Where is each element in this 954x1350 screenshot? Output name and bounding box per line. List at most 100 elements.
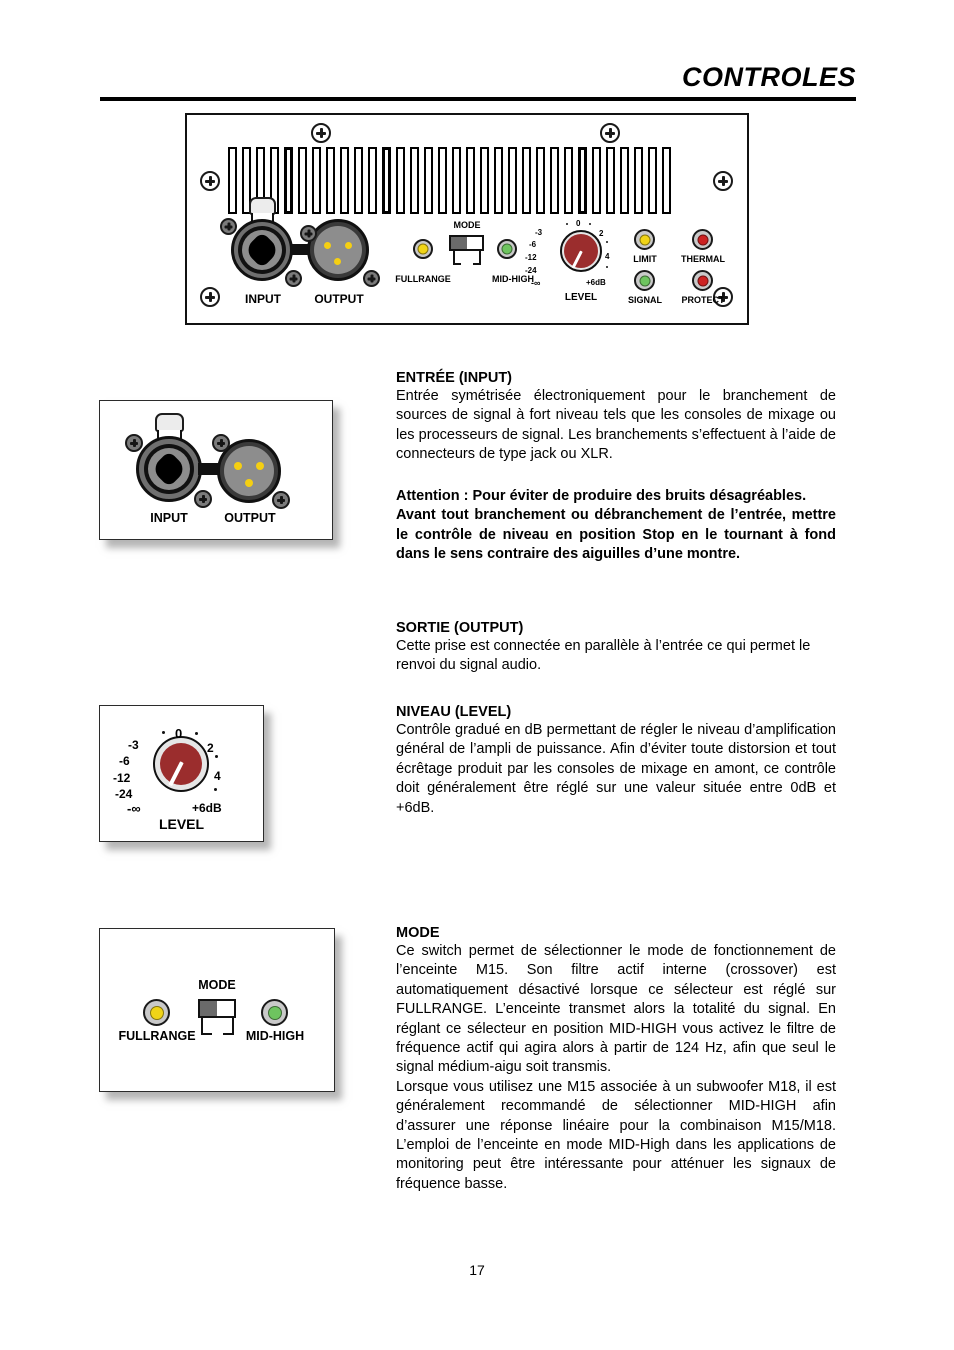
thermal-label: THERMAL [681, 254, 725, 264]
section-output: SORTIE (OUTPUT) Cette prise est connecté… [396, 620, 836, 676]
fullrange-label: FULLRANGE [118, 1029, 196, 1043]
level-tick: -6 [529, 240, 537, 249]
level-tick: -∞ [127, 801, 141, 816]
heatsink-fin [648, 147, 657, 214]
heatsink-fin [452, 147, 461, 214]
panel-screw [713, 171, 733, 191]
led-lens [417, 243, 429, 255]
mode-switch-right[interactable] [217, 1001, 234, 1016]
heatsink-fin [536, 147, 545, 214]
level-tick: 2 [599, 229, 604, 238]
led-lens [267, 1005, 282, 1020]
heatsink-fin [382, 147, 391, 214]
heatsink-fin [396, 147, 405, 214]
heatsink-fin [466, 147, 475, 214]
connector-screw [220, 218, 237, 235]
xlr-pin [324, 242, 331, 249]
figure-level-knob: -3 -6 -12 -24 -∞ 0 2 4 +6dB LEVEL [99, 705, 264, 842]
heatsink-fin [508, 147, 517, 214]
section-body-mode-1: Ce switch permet de sélectionner le mode… [396, 943, 836, 1076]
level-tick: -24 [525, 266, 537, 275]
connector-screw [212, 434, 230, 452]
panel-screw [600, 123, 620, 143]
warning-line-1: Attention : Pour éviter de produire des … [396, 488, 807, 504]
heatsink-fin [620, 147, 629, 214]
led-lens [697, 275, 708, 286]
level-knob[interactable] [153, 736, 209, 792]
section-body-mode-2: Lorsque vous utilisez une M15 associée à… [396, 1078, 836, 1192]
heatsink-fin [550, 147, 559, 214]
panel-screw [311, 123, 331, 143]
led-lens [639, 275, 650, 286]
midhigh-led [261, 999, 288, 1026]
heatsink-fin [424, 147, 433, 214]
level-tick-dot [162, 731, 165, 734]
level-tick-dot [215, 755, 218, 758]
limit-label: LIMIT [633, 254, 657, 264]
level-caption: LEVEL [158, 816, 205, 832]
input-connector [136, 413, 202, 502]
section-mode: MODE Ce switch permet de sélectionner le… [396, 925, 836, 1194]
xlr-pin [245, 479, 253, 487]
panel-screw [200, 287, 220, 307]
protect-led [692, 270, 713, 291]
level-tick: 2 [207, 741, 214, 755]
level-tick: 0 [576, 219, 581, 228]
section-level: NIVEAU (LEVEL) Contrôle gradué en dB per… [396, 704, 836, 818]
heatsink-fin [326, 147, 335, 214]
protect-label: PROTECT [681, 295, 725, 305]
signal-led [634, 270, 655, 291]
limit-led [634, 229, 655, 250]
midhigh-led [497, 239, 517, 259]
xlr-pin [334, 258, 341, 265]
mode-switch[interactable] [198, 999, 236, 1018]
mode-switch-left[interactable] [451, 237, 467, 249]
heatsink-fins [228, 147, 712, 214]
heatsink-fin [410, 147, 419, 214]
heatsink-fin [228, 147, 237, 214]
led-lens [697, 234, 708, 245]
connector-screw [125, 434, 143, 452]
level-tick: -∞ [531, 278, 541, 288]
heatsink-fin [284, 147, 293, 214]
section-heading-output: SORTIE (OUTPUT) [396, 620, 524, 636]
level-tick: 4 [214, 769, 221, 783]
level-tick: 4 [605, 252, 610, 261]
warning-line-2: Avant tout branchement ou débranchement … [396, 507, 836, 563]
mode-caption: MODE [198, 978, 236, 992]
heatsink-fin [368, 147, 377, 214]
midhigh-label: MID-HIGH [245, 1029, 305, 1043]
level-tick: +6dB [192, 801, 222, 815]
heatsink-fin [522, 147, 531, 214]
output-connector [307, 219, 369, 281]
heatsink-fin [662, 147, 671, 214]
mode-switch-right[interactable] [467, 237, 483, 249]
fullrange-label: FULLRANGE [395, 274, 451, 284]
mode-switch[interactable] [449, 235, 484, 251]
page-title: CONTROLES [681, 62, 856, 92]
level-tick-dot [606, 266, 608, 268]
connector-screw [300, 225, 317, 242]
section-body-output: Cette prise est connectée en parallèle à… [396, 638, 811, 674]
level-tick-dot [589, 223, 591, 225]
level-tick: -3 [128, 738, 139, 752]
heatsink-fin [298, 147, 307, 214]
connector-screw [194, 490, 212, 508]
section-body-input: Entrée symétrisée électroniquement pour … [396, 388, 836, 463]
input-label: INPUT [150, 511, 188, 525]
warning-block: Attention : Pour éviter de produire des … [396, 487, 836, 565]
level-tick: -6 [119, 754, 130, 768]
level-tick-dot [214, 788, 217, 791]
connector-screw [285, 270, 302, 287]
thermal-led [692, 229, 713, 250]
fullrange-led [143, 999, 170, 1026]
section-heading-input: ENTRÉE (INPUT) [396, 370, 512, 386]
heatsink-fin [312, 147, 321, 214]
mode-switch-left[interactable] [200, 1001, 217, 1016]
section-body-level: Contrôle gradué en dB permettant de régl… [396, 722, 836, 816]
heatsink-fin [634, 147, 643, 214]
mode-switch-leg-left [201, 1018, 212, 1035]
signal-label: SIGNAL [627, 295, 662, 305]
page-number: 17 [469, 1262, 485, 1278]
output-label: OUTPUT [224, 511, 276, 525]
